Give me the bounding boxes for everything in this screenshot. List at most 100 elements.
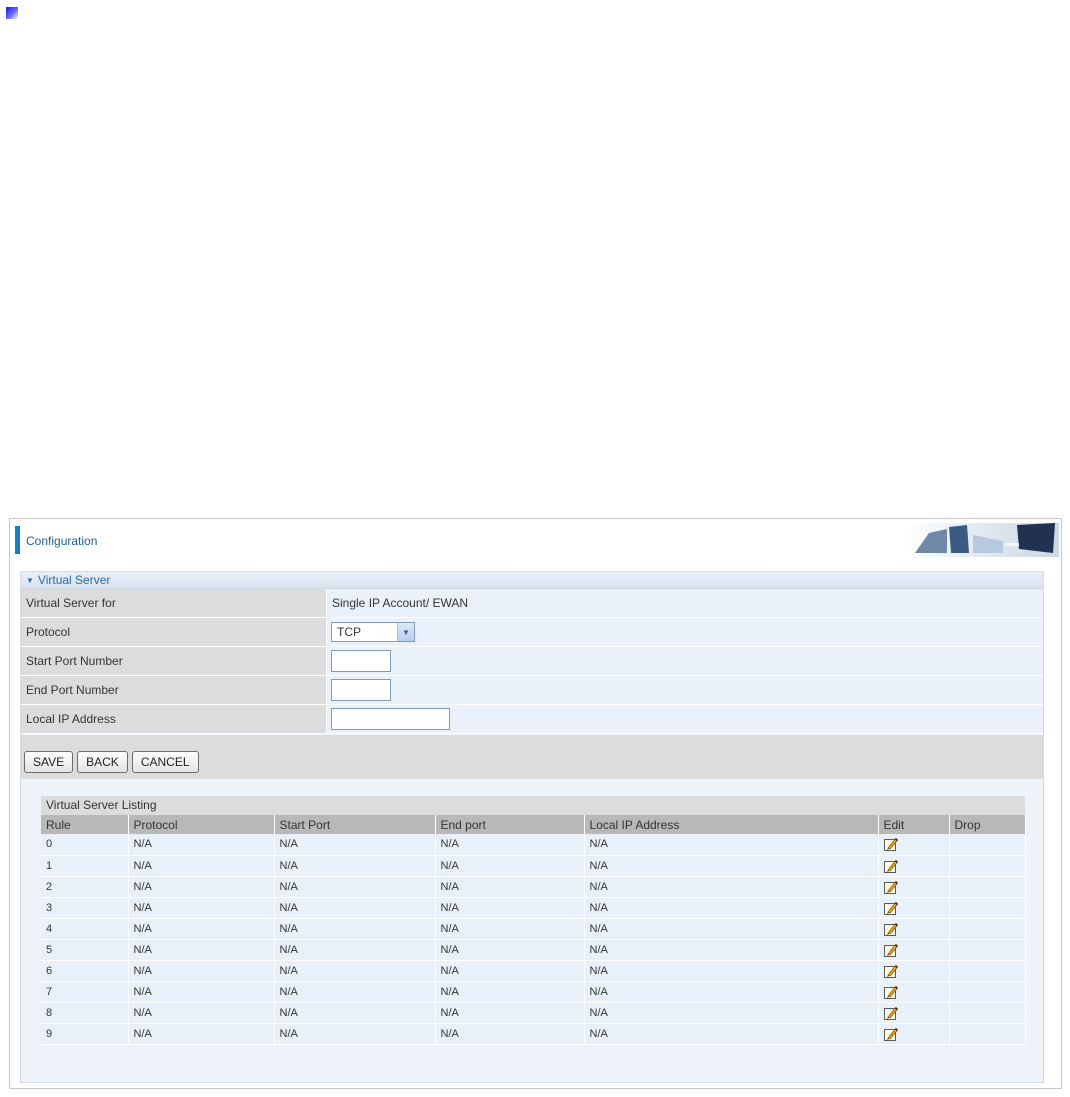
column-header-local-ip: Local IP Address: [584, 815, 879, 834]
edit-cell: [878, 960, 950, 982]
table-row: 4 N/A N/A N/A N/A: [41, 918, 1026, 940]
back-button[interactable]: BACK: [77, 750, 128, 773]
table-row: 9 N/A N/A N/A N/A: [41, 1023, 1026, 1045]
table-row: 3 N/A N/A N/A N/A: [41, 897, 1026, 919]
end-port-cell: N/A: [435, 981, 585, 1003]
collapse-triangle-icon[interactable]: ▼: [26, 572, 34, 589]
rule-cell: 8: [41, 1002, 129, 1024]
rule-cell: 0: [41, 834, 129, 856]
edit-pencil-icon[interactable]: [883, 922, 898, 936]
drop-cell: [949, 876, 1026, 898]
drop-cell: [949, 960, 1026, 982]
end-port-input[interactable]: [331, 679, 391, 701]
start-port-cell: N/A: [274, 981, 436, 1003]
edit-pencil-icon[interactable]: [883, 837, 898, 852]
protocol-cell: N/A: [128, 855, 275, 877]
edit-pencil-icon[interactable]: [883, 1006, 898, 1020]
section-title: Virtual Server: [37, 573, 111, 587]
column-header-drop: Drop: [949, 815, 1026, 834]
edit-pencil-icon[interactable]: [883, 880, 898, 894]
end-port-cell: N/A: [435, 834, 585, 856]
edit-pencil-icon[interactable]: [883, 943, 898, 957]
edit-cell: [878, 981, 950, 1003]
protocol-select-value: TCP: [337, 625, 361, 639]
protocol-cell: N/A: [128, 960, 275, 982]
rule-cell: 7: [41, 981, 129, 1003]
local-ip-cell: N/A: [584, 960, 879, 982]
protocol-select[interactable]: TCP ▼: [331, 622, 415, 642]
drop-cell: [949, 855, 1026, 877]
button-bar: SAVE BACK CANCEL: [21, 735, 1043, 779]
local-ip-cell: N/A: [584, 918, 879, 940]
local-ip-cell: N/A: [584, 834, 879, 856]
local-ip-cell: N/A: [584, 981, 879, 1003]
start-port-cell: N/A: [274, 855, 436, 877]
table-row: 1 N/A N/A N/A N/A: [41, 855, 1026, 877]
start-port-cell: N/A: [274, 960, 436, 982]
virtual-server-for-value-cell: Single IP Account/ EWAN: [327, 589, 1043, 617]
virtual-server-listing: Virtual Server Listing Rule Protocol Sta…: [41, 796, 1026, 1045]
form-row-local-ip: Local IP Address: [21, 705, 1043, 734]
start-port-cell: N/A: [274, 918, 436, 940]
local-ip-cell: N/A: [584, 1002, 879, 1024]
table-row: 2 N/A N/A N/A N/A: [41, 876, 1026, 898]
table-row: 7 N/A N/A N/A N/A: [41, 981, 1026, 1003]
edit-pencil-icon[interactable]: [883, 1027, 898, 1041]
configuration-header: Configuration: [10, 519, 1061, 561]
table-row: 6 N/A N/A N/A N/A: [41, 960, 1026, 982]
form-row-end-port: End Port Number: [21, 676, 1043, 705]
edit-cell: [878, 918, 950, 940]
listing-table: Rule Protocol Start Port End port Local …: [41, 815, 1026, 1045]
edit-cell: [878, 1002, 950, 1024]
edit-pencil-icon[interactable]: [883, 964, 898, 978]
header-banner-graphic: [907, 523, 1059, 557]
drop-cell: [949, 1023, 1026, 1045]
edit-pencil-icon[interactable]: [883, 859, 898, 873]
corner-marker-icon: [6, 7, 18, 19]
start-port-cell: N/A: [274, 834, 436, 856]
local-ip-input[interactable]: [331, 708, 450, 730]
start-port-cell: N/A: [274, 1002, 436, 1024]
configuration-panel: Configuration ▼ Virtual Server Virtual Se…: [9, 518, 1062, 1089]
table-row: 0 N/A N/A N/A N/A: [41, 834, 1026, 856]
end-port-cell: N/A: [435, 1002, 585, 1024]
start-port-value-cell: [327, 647, 1043, 675]
protocol-cell: N/A: [128, 939, 275, 961]
rule-cell: 3: [41, 897, 129, 919]
column-header-rule: Rule: [41, 815, 129, 834]
edit-cell: [878, 1023, 950, 1045]
rule-cell: 6: [41, 960, 129, 982]
local-ip-value-cell: [327, 705, 1043, 733]
rule-cell: 1: [41, 855, 129, 877]
end-port-label: End Port Number: [21, 676, 327, 704]
save-button[interactable]: SAVE: [24, 750, 74, 773]
virtual-server-for-value: Single IP Account/ EWAN: [332, 596, 469, 610]
end-port-value-cell: [327, 676, 1043, 704]
end-port-cell: N/A: [435, 897, 585, 919]
local-ip-cell: N/A: [584, 939, 879, 961]
protocol-cell: N/A: [128, 897, 275, 919]
protocol-value-cell: TCP ▼: [327, 618, 1043, 646]
protocol-cell: N/A: [128, 1023, 275, 1045]
form-row-virtual-server-for: Virtual Server for Single IP Account/ EW…: [21, 589, 1043, 618]
drop-cell: [949, 939, 1026, 961]
form-row-protocol: Protocol TCP ▼: [21, 618, 1043, 647]
rule-cell: 4: [41, 918, 129, 940]
local-ip-cell: N/A: [584, 1023, 879, 1045]
edit-cell: [878, 939, 950, 961]
edit-pencil-icon[interactable]: [883, 901, 898, 915]
table-row: 5 N/A N/A N/A N/A: [41, 939, 1026, 961]
start-port-cell: N/A: [274, 939, 436, 961]
header-accent-bar: [15, 526, 20, 554]
cancel-button[interactable]: CANCEL: [131, 750, 199, 773]
chevron-down-icon[interactable]: ▼: [397, 623, 414, 641]
protocol-cell: N/A: [128, 918, 275, 940]
virtual-server-for-label: Virtual Server for: [21, 589, 327, 617]
start-port-cell: N/A: [274, 1023, 436, 1045]
section-header[interactable]: ▼ Virtual Server: [21, 572, 1043, 589]
start-port-input[interactable]: [331, 650, 391, 672]
edit-pencil-icon[interactable]: [883, 985, 898, 999]
protocol-label: Protocol: [21, 618, 327, 646]
drop-cell: [949, 897, 1026, 919]
local-ip-cell: N/A: [584, 855, 879, 877]
